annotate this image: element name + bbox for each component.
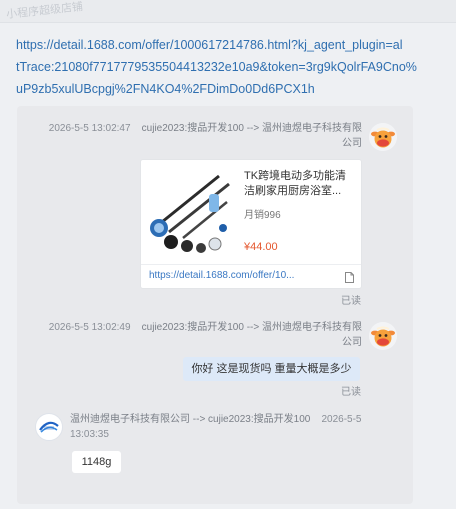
message-3-bubble: 1148g — [72, 451, 121, 473]
document-icon[interactable] — [345, 270, 354, 283]
message-3-date: 2026-5-5 — [321, 414, 362, 425]
message-2-meta: 2026-5-5 13:02:49 cujie2023:搜品开发100 --> … — [36, 320, 362, 350]
ox-cartoon-avatar-icon — [369, 322, 397, 350]
product-card[interactable]: TK跨境电动多功能清洁刷家用厨房浴室... 月销996 ¥44.00 https… — [140, 159, 362, 289]
message-1-sender-line2: 公司 — [342, 138, 362, 149]
message-3-time: 13:03:35 — [70, 429, 109, 440]
product-monthly-sales: 月销996 — [244, 210, 281, 221]
product-image — [149, 168, 233, 256]
ox-cartoon-avatar-icon — [369, 123, 397, 151]
watermark: 小程序超级店铺 — [5, 1, 84, 21]
message-3-meta: 温州迪煜电子科技有限公司 --> cujie2023:搜品开发100 2026-… — [70, 412, 370, 442]
offer-link-line-1[interactable]: https://detail.1688.com/offer/1000617214… — [16, 34, 456, 56]
message-2-read-status: 已读 — [341, 387, 361, 398]
offer-link-line-3[interactable]: uP9zb5xulUBcpgj%2FN4KO4%2FDimDo0Dd6PCX1h — [16, 78, 456, 100]
offer-link-line-2[interactable]: tTrace:21080f7717779535504413232e10a9&to… — [16, 56, 456, 78]
previous-message-area: 小程序超级店铺 — [0, 0, 456, 23]
message-1-read-status: 已读 — [341, 296, 361, 307]
message-2-datetime: 2026-5-5 13:02:49 — [48, 322, 131, 333]
card-divider — [141, 264, 361, 265]
message-2-bubble: 你好 这是现货吗 重量大概是多少 — [183, 357, 360, 381]
message-3-sender: 温州迪煜电子科技有限公司 --> cujie2023:搜品开发100 — [70, 414, 311, 425]
message-2-sender-line2: 公司 — [342, 337, 362, 348]
product-url[interactable]: https://detail.1688.com/offer/10... — [149, 270, 329, 281]
message-1-datetime: 2026-5-5 13:02:47 — [48, 123, 131, 134]
message-2-sender: cujie2023:搜品开发100 --> 温州迪煜电子科技有限 — [141, 322, 362, 333]
message-1-sender: cujie2023:搜品开发100 --> 温州迪煜电子科技有限 — [141, 123, 362, 134]
diyu-logo-icon — [35, 413, 63, 441]
message-1-meta: 2026-5-5 13:02:47 cujie2023:搜品开发100 --> … — [36, 121, 362, 151]
offer-link[interactable]: https://detail.1688.com/offer/1000617214… — [16, 34, 456, 100]
product-price: ¥44.00 — [244, 241, 278, 253]
product-title: TK跨境电动多功能清洁刷家用厨房浴室... — [244, 170, 347, 197]
